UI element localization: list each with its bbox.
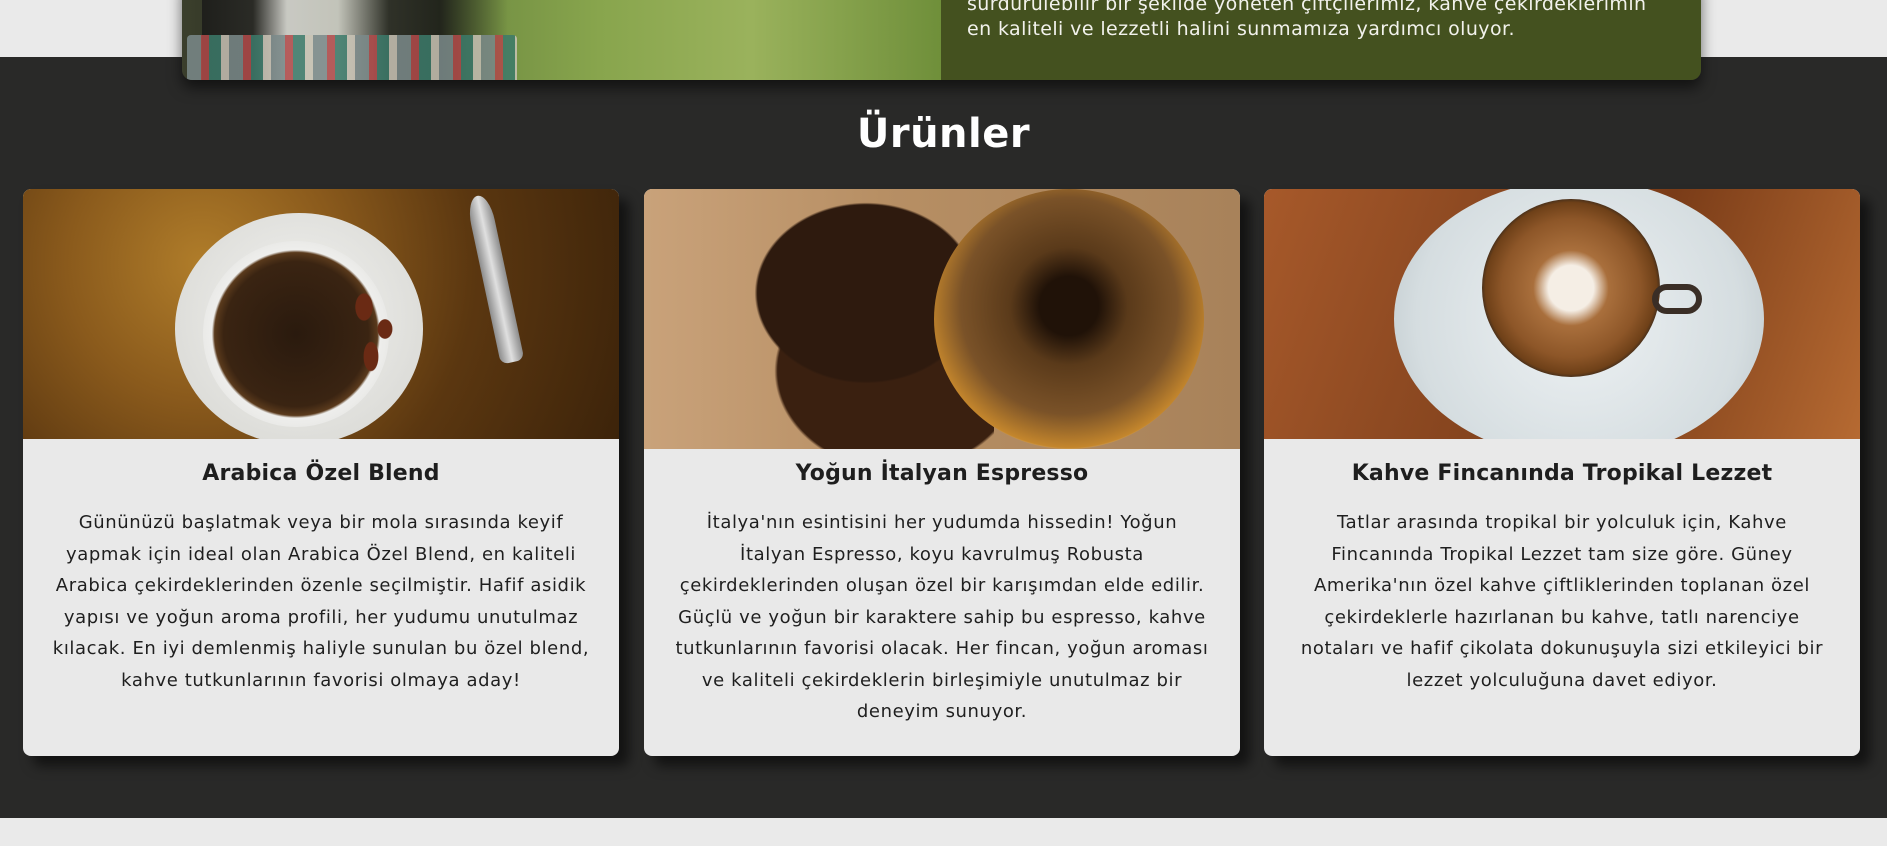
product-card-tropical[interactable]: Kahve Fincanında Tropikal Lezzet Tatlar …	[1264, 189, 1860, 756]
coffee-cup-graphic	[934, 189, 1204, 449]
product-card-espresso[interactable]: Yoğun İtalyan Espresso İtalya'nın esinti…	[644, 189, 1240, 756]
product-title: Yoğun İtalyan Espresso	[795, 461, 1089, 486]
product-card-arabica[interactable]: Arabica Özel Blend Gününüzü başlatmak ve…	[23, 189, 619, 756]
card-body: Arabica Özel Blend Gününüzü başlatmak ve…	[23, 461, 619, 696]
about-text-panel: sürdürülebilir bir şekilde yöneten çiftç…	[941, 0, 1701, 80]
about-text-line: en kaliteli ve lezzetli halini sunmamıza…	[967, 18, 1515, 40]
farmer-photo	[182, 0, 941, 80]
product-image-tropical	[1264, 189, 1860, 439]
product-description: İtalya'nın esintisini her yudumda hissed…	[675, 512, 1209, 722]
card-body: Kahve Fincanında Tropikal Lezzet Tatlar …	[1264, 461, 1860, 696]
product-image-arabica	[23, 189, 619, 439]
striped-bag	[187, 35, 517, 80]
about-text-line: sürdürülebilir bir şekilde yöneten çiftç…	[967, 0, 1647, 15]
card-body: Yoğun İtalyan Espresso İtalya'nın esinti…	[644, 461, 1240, 728]
product-title: Arabica Özel Blend	[202, 461, 440, 486]
next-section-background	[0, 818, 1887, 846]
product-title: Kahve Fincanında Tropikal Lezzet	[1351, 461, 1773, 486]
latte-cup-graphic	[1482, 199, 1660, 377]
about-card: sürdürülebilir bir şekilde yöneten çiftç…	[182, 0, 1701, 80]
coffee-beans-graphic	[343, 274, 413, 384]
spoon-graphic	[465, 193, 525, 365]
products-title: Ürünler	[856, 111, 1031, 157]
product-image-espresso	[644, 189, 1240, 449]
product-description: Gününüzü başlatmak veya bir mola sırasın…	[52, 512, 590, 691]
product-description: Tatlar arasında tropikal bir yolculuk iç…	[1300, 512, 1824, 691]
cup-handle-graphic	[1652, 284, 1702, 314]
